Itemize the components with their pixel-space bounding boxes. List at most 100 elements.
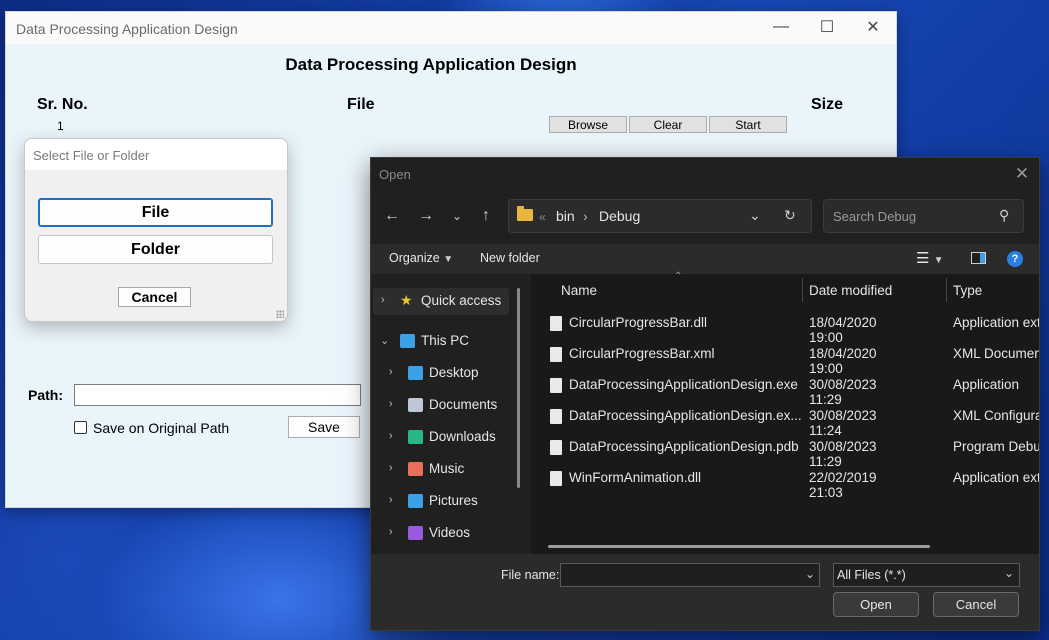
back-arrow-icon: ←: [384, 207, 400, 224]
file-row[interactable]: CircularProgressBar.dll 18/04/2020 19:00 A…: [371, 308, 1039, 345]
close-button[interactable]: ✕: [850, 12, 896, 42]
file-name: DataProcessingApplicationDesign.pdb: [569, 439, 799, 454]
file-icon: [550, 378, 562, 393]
file-type: Application ext: [953, 470, 1040, 485]
open-dialog: Open ✕ ← → ⌄ ↑ « bin › Debug ⌄ ↻ Search …: [370, 157, 1040, 631]
file-type: Program Debu: [953, 439, 1040, 454]
star-icon: ★: [400, 292, 413, 308]
file-name-input[interactable]: ⌄: [560, 563, 820, 587]
file-icon: [550, 316, 562, 331]
resize-grip-icon[interactable]: [276, 310, 284, 318]
address-dropdown-icon[interactable]: ⌄: [749, 207, 761, 224]
nav-item-videos[interactable]: › Videos: [371, 520, 521, 548]
back-button[interactable]: ←: [379, 204, 405, 228]
help-icon[interactable]: ?: [1007, 251, 1023, 267]
column-header-name[interactable]: Name: [561, 283, 597, 298]
refresh-icon[interactable]: ↻: [784, 207, 796, 224]
recent-locations-button[interactable]: ⌄: [444, 204, 470, 228]
pictures-icon: [408, 494, 423, 508]
save-button[interactable]: Save: [288, 416, 360, 438]
open-button[interactable]: Open: [833, 592, 919, 617]
file-row[interactable]: CircularProgressBar.xml 18/04/2020 19:00 X…: [371, 339, 1039, 376]
chevron-right-icon: ›: [389, 526, 393, 538]
file-row[interactable]: DataProcessingApplicationDesign.ex... 30/…: [371, 401, 1039, 438]
breadcrumb-separator-icon: ›: [583, 208, 588, 224]
start-button[interactable]: Start: [709, 116, 787, 133]
file-type: Application ext: [953, 315, 1040, 330]
file-name: WinFormAnimation.dll: [569, 470, 702, 485]
file-name: CircularProgressBar.dll: [569, 315, 708, 330]
search-box[interactable]: Search Debug ⚲: [823, 199, 1024, 233]
file-icon: [550, 440, 562, 455]
close-icon: ✕: [1014, 164, 1030, 183]
chevron-down-icon: ▼: [443, 254, 454, 265]
file-row[interactable]: WinFormAnimation.dll 22/02/2019 21:03 Appl…: [371, 463, 1039, 500]
minimize-button[interactable]: —: [758, 12, 804, 42]
column-header-sr-no: Sr. No.: [37, 96, 88, 113]
select-dialog-titlebar[interactable]: Select File or Folder: [25, 139, 287, 170]
forward-arrow-icon: →: [418, 207, 434, 224]
open-cancel-button[interactable]: Cancel: [933, 592, 1019, 617]
file-name: CircularProgressBar.xml: [569, 346, 715, 361]
file-button[interactable]: File: [38, 198, 273, 227]
clear-button[interactable]: Clear: [629, 116, 707, 133]
file-row[interactable]: DataProcessingApplicationDesign.pdb 30/08…: [371, 432, 1039, 469]
chevron-right-icon: ›: [389, 494, 393, 506]
page-title: Data Processing Application Design: [285, 55, 577, 74]
open-dialog-title: Open: [379, 167, 411, 182]
organize-menu[interactable]: Organize ▼: [389, 251, 453, 265]
breadcrumb-bin[interactable]: bin: [556, 208, 575, 224]
breadcrumb-overflow[interactable]: «: [539, 210, 546, 224]
file-type: XML Configura: [953, 408, 1040, 423]
minimize-icon: —: [773, 18, 789, 35]
row-number: 1: [57, 119, 64, 133]
file-name-label: File name:: [501, 568, 560, 582]
main-titlebar[interactable]: Data Processing Application Design — ☐ ✕: [6, 12, 896, 44]
search-icon: ⚲: [999, 207, 1010, 223]
file-row[interactable]: DataProcessingApplicationDesign.exe 30/08…: [371, 370, 1019, 407]
preview-pane-icon[interactable]: [971, 252, 986, 264]
column-separator[interactable]: [946, 278, 947, 302]
address-bar[interactable]: « bin › Debug ⌄ ↻: [508, 199, 812, 233]
videos-icon: [408, 526, 423, 540]
column-header-date-modified[interactable]: Date modified: [809, 283, 892, 298]
file-icon: [550, 409, 562, 424]
up-arrow-icon: ↑: [482, 207, 490, 224]
column-header-type[interactable]: Type: [953, 283, 982, 298]
column-separator[interactable]: [802, 278, 803, 302]
chevron-right-icon: ›: [381, 294, 385, 306]
close-icon: ✕: [866, 19, 880, 36]
column-header-file: File: [347, 96, 375, 113]
search-placeholder: Search Debug: [833, 209, 917, 224]
file-type: Application: [953, 377, 1020, 392]
save-original-label[interactable]: Save on Original Path: [93, 420, 229, 436]
sort-ascending-icon: ⌃: [674, 271, 683, 282]
up-button[interactable]: ↑: [473, 204, 499, 228]
file-date: 22/02/2019 21:03: [809, 470, 877, 500]
view-options-icon[interactable]: ☰ ▼: [916, 249, 944, 267]
column-header-size: Size: [811, 96, 844, 113]
save-original-checkbox[interactable]: [74, 421, 87, 434]
select-cancel-button[interactable]: Cancel: [118, 287, 191, 307]
chevron-down-icon: ⌄: [1004, 566, 1015, 580]
open-dialog-close-button[interactable]: ✕: [1011, 164, 1033, 184]
forward-button[interactable]: →: [413, 204, 439, 228]
path-input[interactable]: [74, 384, 361, 406]
select-dialog-title: Select File or Folder: [33, 148, 150, 163]
horizontal-scrollbar[interactable]: [548, 545, 930, 548]
folder-button[interactable]: Folder: [38, 235, 273, 264]
maximize-button[interactable]: ☐: [804, 12, 850, 42]
select-file-folder-dialog: Select File or Folder File Folder Cancel: [24, 138, 288, 322]
file-name: DataProcessingApplicationDesign.ex...: [569, 408, 802, 423]
path-label: Path:: [28, 387, 63, 403]
file-name: DataProcessingApplicationDesign.exe: [569, 377, 798, 392]
chevron-down-icon: ⌄: [805, 567, 816, 581]
file-type: XML Documen: [953, 346, 1040, 361]
folder-icon: [517, 206, 533, 221]
file-type-filter[interactable]: All Files (*.*) ⌄: [833, 563, 1020, 587]
breadcrumb-debug[interactable]: Debug: [599, 208, 640, 224]
browse-button[interactable]: Browse: [549, 116, 627, 133]
command-bar: Organize ▼ New folder ☰ ▼ ?: [371, 244, 1039, 274]
new-folder-button[interactable]: New folder: [480, 251, 540, 265]
chevron-down-icon: ⌄: [451, 209, 463, 223]
